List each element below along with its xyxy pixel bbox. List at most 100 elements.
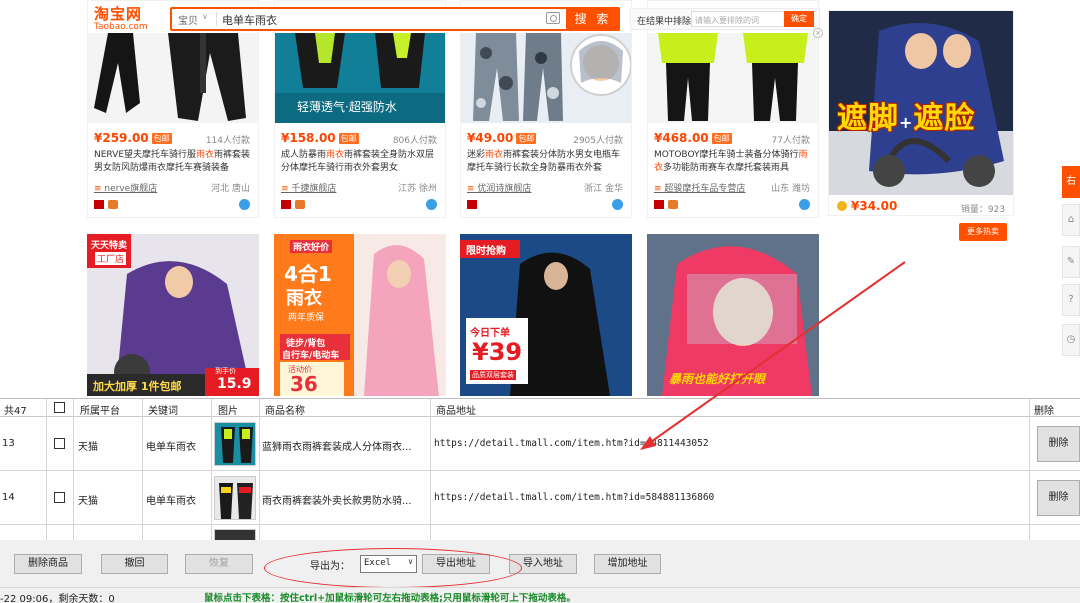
shop-link[interactable]: 超骏摩托车品专营店 bbox=[654, 181, 745, 194]
product-location: 河北 唐山 bbox=[211, 184, 250, 194]
status-bar: -22 09:06，剩余天数：0 鼠标点击下表格：按住ctrl+加鼠标滑轮可左右… bbox=[0, 587, 1080, 603]
product-price: ¥49.00 包邮 bbox=[467, 131, 537, 145]
chevron-down-icon[interactable]: ∨ bbox=[202, 12, 208, 21]
product-title[interactable]: MOTOBOY摩托车骑士装备分体骑行雨衣多功能防雨赛车衣摩托套装雨具 bbox=[654, 149, 816, 175]
row-url[interactable]: https://detail.tmall.com/item.htm?id=448… bbox=[434, 438, 709, 449]
search-category[interactable]: 宝贝 bbox=[178, 12, 198, 27]
tmall-icon bbox=[281, 200, 291, 209]
today-text: 今日下单 bbox=[470, 328, 510, 339]
header-platform[interactable]: 所属平台 bbox=[80, 402, 120, 417]
product-image-card[interactable]: 暴雨也能好打开眼 bbox=[647, 234, 819, 396]
row-platform: 天猫 bbox=[78, 496, 98, 507]
ad-card[interactable]: 遮脚+遮脸 ¥34.00 销量：923 bbox=[828, 10, 1014, 216]
product-image[interactable]: 轻薄透气·超强防水 bbox=[275, 33, 445, 123]
product-image[interactable] bbox=[461, 33, 631, 123]
side-tab-hot[interactable]: 右 bbox=[1062, 166, 1080, 198]
side-tab-edit-icon[interactable]: ✎ bbox=[1062, 246, 1080, 278]
sub-text: 品质双层套装 bbox=[470, 370, 516, 380]
header-keyword[interactable]: 关键词 bbox=[148, 402, 178, 417]
row-index: 13 bbox=[2, 438, 15, 449]
gold-seller-icon bbox=[108, 200, 118, 209]
camera-search-icon[interactable] bbox=[546, 12, 560, 24]
header-delete[interactable]: 删除 bbox=[1034, 402, 1054, 417]
row-delete-button[interactable]: 删除 bbox=[1037, 480, 1080, 516]
product-card[interactable]: ¥49.00 包邮 2905人付款 迷彩雨衣雨裤套装分体防水男女电瓶车摩托车骑行长… bbox=[460, 0, 632, 218]
row-checkbox[interactable] bbox=[54, 438, 65, 452]
gold-seller-icon bbox=[295, 200, 305, 209]
tool-panel: 共47 所属平台 关键词 图片 商品名称 商品地址 删除 13 天猫 电单车雨衣 bbox=[0, 398, 1080, 603]
row-checkbox[interactable] bbox=[54, 492, 65, 506]
product-image[interactable] bbox=[88, 33, 258, 123]
tmall-icon bbox=[467, 200, 477, 209]
taobao-logo[interactable]: 淘宝网 Taobao.com bbox=[94, 6, 160, 32]
product-card[interactable]: ¥259.00 包邮 114人付款 NERVE望夫摩托车骑行服雨衣雨裤套装男女防风… bbox=[87, 0, 259, 218]
sub-text: 两年质保 bbox=[288, 313, 325, 323]
data-grid[interactable]: 共47 所属平台 关键词 图片 商品名称 商品地址 删除 13 天猫 电单车雨衣 bbox=[0, 398, 1080, 540]
product-title[interactable]: NERVE望夫摩托车骑行服雨衣雨裤套装男女防风防爆雨衣摩托车赛骑装备 bbox=[94, 149, 256, 175]
wangwang-chat-icon[interactable] bbox=[426, 199, 437, 210]
header-image[interactable]: 图片 bbox=[218, 402, 238, 417]
search-button[interactable]: 搜 索 bbox=[566, 7, 620, 31]
sub-text: 自行车/电动车 bbox=[282, 351, 340, 361]
row-delete-button[interactable]: 删除 bbox=[1037, 426, 1080, 462]
row-index: 14 bbox=[2, 492, 15, 503]
usage-hint: 鼠标点击下表格：按住ctrl+加鼠标滑轮可左右拖动表格;只用鼠标滑轮可上下拖动表… bbox=[204, 593, 576, 603]
add-address-button[interactable]: 增加地址 bbox=[594, 554, 661, 574]
promo-price: 36 bbox=[290, 372, 318, 396]
side-tab-help-icon[interactable]: ? bbox=[1062, 284, 1080, 316]
shop-link[interactable]: 优润诗旗舰店 bbox=[467, 181, 531, 194]
badge-top: 天天特卖 bbox=[91, 241, 128, 251]
shop-link[interactable]: nerve旗舰店 bbox=[94, 181, 157, 194]
badge-sub: 工厂店 bbox=[95, 252, 127, 265]
big-text: 4合1 bbox=[284, 262, 332, 286]
product-card[interactable]: 轻薄透气·超强防水 ¥158.00 包邮 806人付款 成人防暴雨雨衣雨裤套装全身… bbox=[274, 0, 446, 218]
restore-button[interactable]: 恢复 bbox=[185, 554, 253, 574]
row-url[interactable]: https://detail.tmall.com/item.htm?id=584… bbox=[434, 492, 714, 503]
undo-button[interactable]: 撤回 bbox=[101, 554, 168, 574]
product-sales: 806人付款 bbox=[392, 136, 437, 146]
product-image[interactable] bbox=[648, 33, 818, 123]
product-price: ¥468.00 包邮 bbox=[654, 131, 732, 145]
product-image-card[interactable]: 雨衣好价 4合1 雨衣 两年质保 徒步/背包 自行车/电动车 活动价 36 bbox=[274, 234, 446, 396]
side-tab-clock-icon[interactable]: ◷ bbox=[1062, 324, 1080, 356]
row-thumbnail[interactable] bbox=[214, 476, 256, 520]
price-label: 到手价 bbox=[215, 367, 236, 375]
product-image-card[interactable]: 天天特卖 工厂店 加大加厚 1件包邮 到手价 15.9 bbox=[87, 234, 259, 396]
wangwang-chat-icon[interactable] bbox=[799, 199, 810, 210]
product-price: ¥158.00 包邮 bbox=[281, 131, 359, 145]
row-thumbnail[interactable] bbox=[214, 422, 256, 466]
tmall-icon bbox=[654, 200, 664, 209]
ad-sold: 销量：923 bbox=[960, 205, 1005, 215]
header-select-all[interactable] bbox=[54, 402, 65, 416]
grid-header: 共47 所属平台 关键词 图片 商品名称 商品地址 删除 bbox=[0, 399, 1080, 417]
ad-image[interactable]: 遮脚+遮脸 bbox=[829, 11, 1013, 195]
product-card[interactable]: ¥468.00 包邮 77人付款 MOTOBOY摩托车骑士装备分体骑行雨衣多功能防… bbox=[647, 0, 819, 218]
wangwang-chat-icon[interactable] bbox=[239, 199, 250, 210]
close-icon[interactable]: × bbox=[813, 28, 823, 38]
ad-price: ¥34.00 bbox=[837, 199, 897, 213]
ad-headline: 遮脚+遮脸 bbox=[837, 101, 976, 136]
table-row[interactable]: 13 天猫 电单车雨衣 蓝狮雨衣雨裤套装成人分体雨衣... https://de… bbox=[0, 417, 1080, 471]
search-input[interactable]: 电单车雨衣 bbox=[222, 12, 277, 28]
wangwang-chat-icon[interactable] bbox=[612, 199, 623, 210]
search-bar: 宝贝 ∨ 电单车雨衣 搜 索 bbox=[170, 7, 620, 31]
row-thumbnail[interactable] bbox=[214, 529, 256, 540]
product-image-card[interactable]: 限时抢购 今日下单 ¥39 品质双层套装 bbox=[460, 234, 632, 396]
header-name[interactable]: 商品名称 bbox=[265, 402, 305, 417]
table-row-partial[interactable] bbox=[0, 525, 1080, 540]
side-tab-trash-icon[interactable]: ⌂ bbox=[1062, 204, 1080, 236]
taobao-page: ¥259.00 包邮 114人付款 NERVE望夫摩托车骑行服雨衣雨裤套装男女防风… bbox=[0, 0, 1080, 398]
exclude-ok-button[interactable]: 确定 bbox=[784, 11, 814, 27]
table-row[interactable]: 14 天猫 电单车雨衣 雨衣雨裤套装外卖长款男防水骑... https://de… bbox=[0, 471, 1080, 525]
product-location: 浙江 金华 bbox=[584, 184, 623, 194]
product-title[interactable]: 成人防暴雨雨衣雨裤套装全身防水双层分体摩托车骑行雨衣外套男女 bbox=[281, 149, 443, 175]
header-url[interactable]: 商品地址 bbox=[436, 402, 476, 417]
delete-goods-button[interactable]: 删除商品 bbox=[14, 554, 82, 574]
status-text: -22 09:06，剩余天数：0 bbox=[0, 594, 115, 603]
product-price: ¥259.00 包邮 bbox=[94, 131, 172, 145]
exclude-label: 在结果中排除 bbox=[637, 17, 692, 27]
more-hot-button[interactable]: 更多热卖 bbox=[959, 223, 1007, 241]
product-title[interactable]: 迷彩雨衣雨裤套装分体防水男女电瓶车摩托车骑行长款全身防暴雨衣外套 bbox=[467, 149, 629, 175]
shop-link[interactable]: 千捷旗舰店 bbox=[281, 181, 336, 194]
product-sales: 114人付款 bbox=[205, 136, 250, 146]
